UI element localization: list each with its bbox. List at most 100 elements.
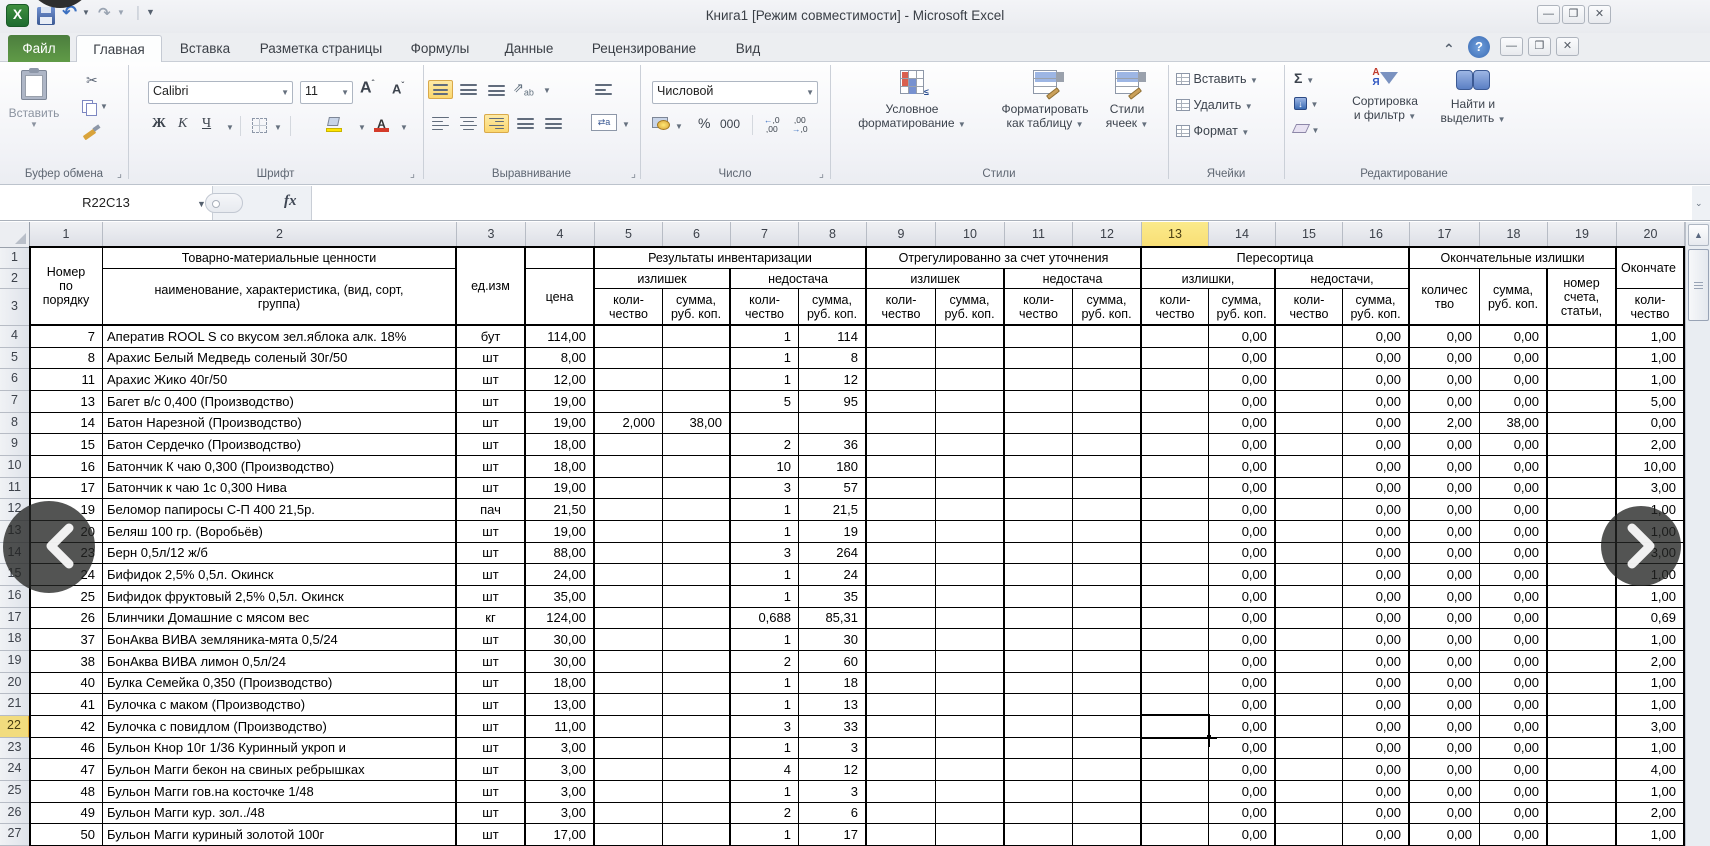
cell-r8c4[interactable]: 19,00 [526, 413, 595, 435]
cell-r5c7[interactable]: 1 [731, 348, 799, 370]
cell-r26c20[interactable]: 2,00 [1617, 803, 1685, 825]
cell-r19c16[interactable]: 0,00 [1343, 651, 1410, 673]
format-cells-button[interactable]: Формат ▼ [1176, 124, 1249, 138]
number-dialog-launcher[interactable]: ⌟ [819, 167, 824, 180]
cell-r6c19[interactable] [1548, 369, 1617, 391]
cell-r19c10[interactable] [936, 651, 1005, 673]
cell-r7c7[interactable]: 5 [731, 391, 799, 413]
align-left-button[interactable] [428, 114, 453, 133]
clipboard-dialog-launcher[interactable]: ⌟ [117, 167, 122, 180]
cell-r15c11[interactable] [1005, 564, 1073, 586]
cell-r10c9[interactable] [867, 456, 936, 478]
bold-button[interactable]: Ж [152, 116, 166, 132]
cell-r4c12[interactable] [1073, 326, 1142, 348]
cell-r5c15[interactable] [1276, 348, 1343, 370]
row-header-1[interactable]: 1 [0, 248, 30, 269]
cell-r4c5[interactable] [595, 326, 663, 348]
col-header-5[interactable]: 5 [595, 222, 663, 248]
col-header-6[interactable]: 6 [663, 222, 731, 248]
cell-r15c16[interactable]: 0,00 [1343, 564, 1410, 586]
cell-r20c4[interactable]: 18,00 [526, 673, 595, 695]
cell-r6c7[interactable]: 1 [731, 369, 799, 391]
cell-r25c6[interactable] [663, 781, 731, 803]
row-header-4[interactable]: 4 [0, 326, 30, 348]
decrease-decimal-button[interactable]: ,00→,0 [792, 116, 808, 134]
cell-r6c2[interactable]: Арахис Жико 40г/50 [103, 369, 457, 391]
alignment-dialog-launcher[interactable]: ⌟ [631, 167, 636, 180]
col-header-1[interactable]: 1 [30, 222, 103, 248]
fill-color-icon[interactable] [326, 117, 342, 132]
cell-r14c12[interactable] [1073, 543, 1142, 565]
cell-r11c18[interactable]: 0,00 [1480, 478, 1548, 500]
cell-r7c3[interactable]: шт [457, 391, 526, 413]
cell-r12c4[interactable]: 21,50 [526, 499, 595, 521]
cell-r10c10[interactable] [936, 456, 1005, 478]
cell-r17c7[interactable]: 0,688 [731, 608, 799, 630]
cell-r23c19[interactable] [1548, 738, 1617, 760]
borders-dropdown-icon[interactable]: ▼ [274, 123, 282, 132]
cell-r5c19[interactable] [1548, 348, 1617, 370]
cell-r22c19[interactable] [1548, 716, 1617, 738]
cell-r22c2[interactable]: Булочка с повидлом (Производство) [103, 716, 457, 738]
cell-r17c5[interactable] [595, 608, 663, 630]
cell-r10c20[interactable]: 10,00 [1617, 456, 1685, 478]
cell-r12c10[interactable] [936, 499, 1005, 521]
cell-r27c4[interactable]: 17,00 [526, 824, 595, 846]
cell-r17c6[interactable] [663, 608, 731, 630]
cell-r5c1[interactable]: 8 [30, 348, 103, 370]
cell-r26c7[interactable]: 2 [731, 803, 799, 825]
cell-r12c13[interactable] [1142, 499, 1209, 521]
cell-r8c7[interactable] [731, 413, 799, 435]
cell-r13c16[interactable]: 0,00 [1343, 521, 1410, 543]
cell-r27c20[interactable]: 1,00 [1617, 824, 1685, 846]
cell-r8c9[interactable] [867, 413, 936, 435]
cell-r24c1[interactable]: 47 [30, 759, 103, 781]
workbook-close-button[interactable]: ✕ [1556, 37, 1579, 56]
row-header-25[interactable]: 25 [0, 781, 30, 803]
underline-dropdown-icon[interactable]: ▼ [226, 123, 234, 132]
cell-r7c9[interactable] [867, 391, 936, 413]
cell-r9c13[interactable] [1142, 434, 1209, 456]
cell-r4c19[interactable] [1548, 326, 1617, 348]
wrap-text-button[interactable] [591, 80, 616, 99]
cell-r8c2[interactable]: Батон Нарезной (Производство) [103, 413, 457, 435]
cell-r22c10[interactable] [936, 716, 1005, 738]
cell-r18c12[interactable] [1073, 629, 1142, 651]
cell-r7c19[interactable] [1548, 391, 1617, 413]
cell-r26c12[interactable] [1073, 803, 1142, 825]
cell-r10c4[interactable]: 18,00 [526, 456, 595, 478]
cell-r4c20[interactable]: 1,00 [1617, 326, 1685, 348]
cell-r4c9[interactable] [867, 326, 936, 348]
col-header-19[interactable]: 19 [1548, 222, 1617, 248]
cell-r18c10[interactable] [936, 629, 1005, 651]
conditional-formatting-button[interactable]: ≤ Условноеформатирование ▼ [847, 70, 977, 130]
cell-r26c18[interactable]: 0,00 [1480, 803, 1548, 825]
cell-r25c1[interactable]: 48 [30, 781, 103, 803]
cell-r20c17[interactable]: 0,00 [1410, 673, 1480, 695]
cell-r14c10[interactable] [936, 543, 1005, 565]
cell-r7c13[interactable] [1142, 391, 1209, 413]
cell-r7c4[interactable]: 19,00 [526, 391, 595, 413]
cell-r6c4[interactable]: 12,00 [526, 369, 595, 391]
cell-r20c1[interactable]: 40 [30, 673, 103, 695]
cell-r16c17[interactable]: 0,00 [1410, 586, 1480, 608]
cell-r11c20[interactable]: 3,00 [1617, 478, 1685, 500]
cell-r18c18[interactable]: 0,00 [1480, 629, 1548, 651]
cell-r5c18[interactable]: 0,00 [1480, 348, 1548, 370]
cell-r16c16[interactable]: 0,00 [1343, 586, 1410, 608]
cell-r27c6[interactable] [663, 824, 731, 846]
format-painter-icon[interactable] [82, 124, 100, 140]
cell-r6c8[interactable]: 12 [799, 369, 867, 391]
collapse-ribbon-icon[interactable]: ⌃ [1443, 41, 1455, 58]
cell-r26c9[interactable] [867, 803, 936, 825]
cell-r27c8[interactable]: 17 [799, 824, 867, 846]
cell-r14c6[interactable] [663, 543, 731, 565]
cell-r4c6[interactable] [663, 326, 731, 348]
cell-r27c19[interactable] [1548, 824, 1617, 846]
paste-button[interactable]: Вставить ▼ [8, 68, 60, 129]
cell-r13c6[interactable] [663, 521, 731, 543]
cell-r9c18[interactable]: 0,00 [1480, 434, 1548, 456]
cell-r20c9[interactable] [867, 673, 936, 695]
nav-previous-overlay[interactable] [3, 501, 95, 593]
cell-r6c5[interactable] [595, 369, 663, 391]
